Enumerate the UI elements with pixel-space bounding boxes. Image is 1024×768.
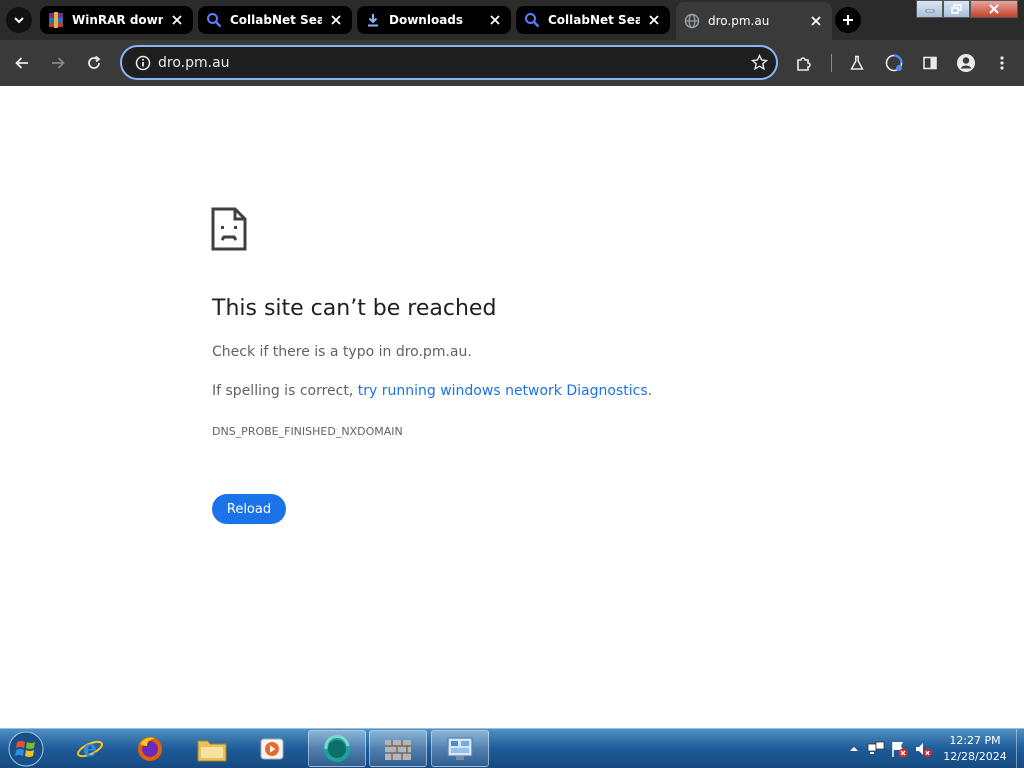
tray-network[interactable]	[866, 739, 886, 759]
chevron-up-icon	[850, 747, 858, 751]
diagnostics-suffix: .	[647, 383, 653, 399]
chevron-down-icon	[14, 17, 24, 24]
restore-icon	[951, 4, 962, 14]
firewall-icon	[385, 739, 411, 760]
taskbar-firefox[interactable]	[121, 730, 179, 767]
browser-toolbar	[0, 40, 1024, 86]
close-icon[interactable]	[808, 13, 824, 29]
tab-title: WinRAR downlo	[72, 13, 163, 27]
chrome-icon	[324, 734, 350, 762]
diagnostics-link[interactable]: try running windows network Diagnostics	[358, 383, 648, 399]
show-hidden-icons[interactable]	[844, 739, 864, 759]
tab-collabnet-searx-1[interactable]: CollabNet SearX	[198, 6, 352, 34]
page-title: This site can’t be reached	[212, 296, 497, 321]
tab-winrar[interactable]: WinRAR downlo	[40, 6, 193, 34]
taskbar-control-panel[interactable]	[431, 730, 489, 767]
address-bar[interactable]	[120, 45, 778, 80]
window-controls	[916, 0, 1020, 20]
minimize-button[interactable]	[916, 0, 943, 18]
taskbar-clock[interactable]: 12:27 PM 12/28/2024	[938, 733, 1012, 765]
error-page: This site can’t be reached Check if ther…	[0, 86, 1024, 728]
close-icon	[989, 4, 999, 14]
more-vert-icon	[1000, 56, 1004, 70]
taskbar-media-player[interactable]	[243, 730, 301, 767]
profile-button[interactable]	[953, 50, 979, 76]
globe-icon	[684, 13, 700, 29]
labs-button[interactable]	[844, 50, 870, 76]
performance-button[interactable]	[881, 50, 907, 76]
star-icon[interactable]	[742, 54, 776, 71]
arrow-right-icon	[52, 57, 65, 69]
arrow-left-icon	[15, 57, 28, 69]
restore-button[interactable]	[943, 0, 970, 18]
gauge-icon	[885, 54, 903, 72]
tray-action-center[interactable]	[889, 739, 909, 759]
clock-date: 12/28/2024	[943, 750, 1007, 763]
search-icon	[206, 12, 222, 28]
back-button[interactable]	[9, 50, 35, 76]
taskbar-file-explorer[interactable]	[183, 730, 241, 767]
error-code: DNS_PROBE_FINISHED_NXDOMAIN	[212, 425, 403, 438]
media-player-icon	[260, 738, 284, 759]
reload-toolbar-button[interactable]	[81, 50, 107, 76]
winrar-icon	[48, 12, 64, 28]
diagnostics-prefix: If spelling is correct,	[212, 383, 358, 399]
close-icon[interactable]	[169, 12, 185, 28]
puzzle-icon	[797, 57, 811, 71]
extensions-button[interactable]	[791, 50, 817, 76]
side-panel-button[interactable]	[917, 50, 943, 76]
tab-strip: WinRAR downlo CollabNet SearX Downloads …	[0, 0, 1024, 40]
flask-icon	[850, 55, 864, 70]
tab-title: Downloads	[389, 13, 464, 27]
volume-muted-icon	[916, 743, 932, 757]
tab-title: CollabNet SearX	[230, 13, 322, 27]
start-button[interactable]	[6, 730, 46, 768]
windows-orb-icon	[8, 731, 44, 767]
flag-icon	[892, 742, 908, 758]
url-input[interactable]	[158, 54, 742, 71]
close-icon[interactable]	[646, 12, 662, 28]
taskbar-chrome[interactable]	[308, 730, 366, 767]
tab-title: dro.pm.au	[708, 14, 770, 28]
diagnostics-hint: If spelling is correct, try running wind…	[212, 383, 652, 399]
tab-downloads[interactable]: Downloads	[357, 6, 511, 34]
search-icon	[524, 12, 540, 28]
close-icon[interactable]	[328, 12, 344, 28]
file-explorer-icon	[197, 740, 227, 761]
forward-button[interactable]	[45, 50, 71, 76]
menu-button[interactable]	[989, 50, 1015, 76]
svg-text:e: e	[83, 736, 97, 762]
close-icon[interactable]	[487, 12, 503, 28]
tab-dro-pm-au[interactable]: dro.pm.au	[676, 2, 832, 40]
control-panel-icon	[447, 736, 473, 760]
taskbar-internet-explorer[interactable]: e	[61, 730, 119, 767]
network-icon	[867, 741, 885, 754]
tab-search-button[interactable]	[6, 7, 32, 33]
typo-hint: Check if there is a typo in dro.pm.au.	[212, 344, 472, 360]
download-icon	[365, 12, 381, 28]
avatar-icon	[957, 54, 975, 72]
new-tab-button[interactable]	[835, 7, 861, 33]
close-window-button[interactable]	[970, 0, 1018, 18]
toolbar-divider	[831, 54, 832, 72]
show-desktop-button[interactable]	[1016, 729, 1024, 768]
firefox-icon	[138, 736, 162, 761]
tray-volume[interactable]	[913, 739, 933, 759]
taskbar-firewall[interactable]	[369, 730, 427, 767]
internet-explorer-icon: e	[77, 736, 103, 762]
windows-taskbar: e 12:27 PM 12/28/2024	[0, 728, 1024, 768]
reload-button[interactable]: Reload	[212, 494, 286, 524]
side-panel-icon	[923, 56, 937, 70]
tab-collabnet-searx-2[interactable]: CollabNet SearX	[516, 6, 670, 34]
minimize-icon	[925, 9, 934, 13]
clock-time: 12:27 PM	[949, 734, 1001, 747]
sad-document-icon	[211, 207, 247, 251]
plus-icon	[843, 15, 853, 25]
refresh-icon	[88, 55, 101, 69]
site-info-icon[interactable]	[128, 55, 158, 71]
tab-title: CollabNet SearX	[548, 13, 640, 27]
